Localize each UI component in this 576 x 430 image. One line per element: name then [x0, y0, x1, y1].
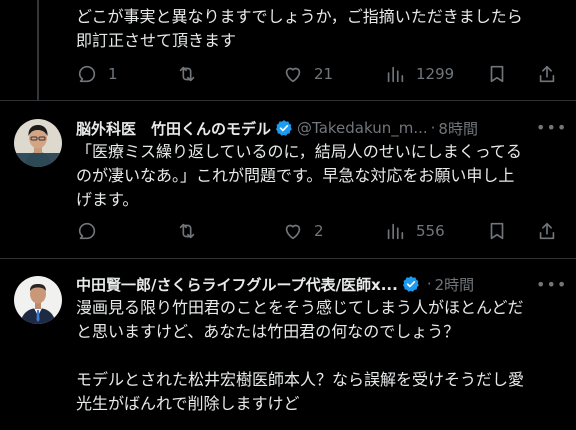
- heart-icon: [285, 224, 301, 240]
- views-icon: [387, 66, 404, 83]
- reply-count: 1: [108, 65, 118, 83]
- reply-icon: [78, 222, 96, 240]
- tweet-text-line: と思いますけど、あなたは竹田君の何なのでしょう？: [76, 322, 460, 341]
- separator: ·: [430, 119, 436, 137]
- bookmark-button[interactable]: [486, 61, 508, 87]
- divider: [0, 258, 576, 259]
- views-count: 556: [416, 222, 445, 240]
- tweet-text-line: げます。: [76, 190, 139, 209]
- reply-icon: [78, 65, 96, 83]
- avatar[interactable]: [14, 119, 62, 167]
- reply-button[interactable]: 1: [76, 61, 118, 87]
- handle[interactable]: @Takedakun_m...: [297, 119, 428, 137]
- reply-button[interactable]: [76, 218, 108, 244]
- heart-icon: [285, 67, 301, 83]
- share-icon: [539, 65, 555, 83]
- views-button[interactable]: 556: [384, 218, 445, 244]
- retweet-icon: [179, 223, 195, 239]
- tweet-text-line: 「医療ミス繰り返しているのに，結局人のせいにしまくってる: [76, 142, 522, 161]
- share-icon: [539, 222, 555, 240]
- like-button[interactable]: 21: [282, 61, 333, 87]
- timestamp[interactable]: 2時間: [435, 274, 475, 295]
- tweet-text-line: 即訂正させて頂きます: [76, 31, 237, 50]
- verified-badge-icon: [402, 276, 419, 292]
- like-count: 21: [314, 65, 334, 83]
- separator: ·: [426, 275, 432, 293]
- tweet-text-line: モデルとされた松井宏樹医師本人？なら誤解を受けそうだし愛: [76, 370, 525, 389]
- thread-line: [37, 0, 39, 100]
- like-button[interactable]: 2: [282, 218, 324, 244]
- bookmark-icon: [490, 222, 504, 240]
- more-options-icon[interactable]: •••: [536, 118, 566, 138]
- tweet-text-line: どこが事実と異なりますでしょうか，ご指摘いただきましたら: [76, 7, 523, 26]
- timestamp[interactable]: 8時間: [438, 118, 478, 139]
- more-options-icon[interactable]: •••: [536, 275, 566, 295]
- tweet-text-line: 漫画見る限り竹田君のことをそう感じてしまう人がほとんどだ: [76, 298, 524, 317]
- tweet-text-line: 光生がばんれで削除しますけど: [76, 394, 300, 413]
- tweet-header: 中田賢一郎/さくらライフグループ代表/医師x... · 2時間: [76, 272, 474, 296]
- bookmark-icon: [490, 65, 504, 83]
- share-button[interactable]: [536, 218, 558, 244]
- display-name[interactable]: 中田賢一郎/さくらライフグループ代表/医師x...: [76, 274, 398, 295]
- bookmark-button[interactable]: [486, 218, 508, 244]
- tweet-header: 脳外科医 竹田くんのモデル @Takedakun_m... · 8時間: [76, 116, 478, 140]
- views-count: 1299: [416, 65, 455, 83]
- like-count: 2: [314, 222, 324, 240]
- retweet-button[interactable]: [176, 218, 208, 244]
- tweet-actions: 2 556: [76, 218, 560, 244]
- views-icon: [387, 223, 404, 240]
- divider: [0, 100, 576, 101]
- display-name[interactable]: 脳外科医 竹田くんのモデル: [76, 118, 271, 139]
- share-button[interactable]: [536, 61, 558, 87]
- retweet-button[interactable]: [176, 61, 208, 87]
- tweet-actions: 1 21 1299: [76, 61, 560, 87]
- tweet-text-line: のが凄いなあ。」これが問題です。早急な対応をお願い申し上: [76, 166, 515, 185]
- verified-badge-icon: [275, 120, 292, 136]
- avatar[interactable]: [14, 276, 62, 324]
- retweet-icon: [179, 66, 195, 82]
- views-button[interactable]: 1299: [384, 61, 454, 87]
